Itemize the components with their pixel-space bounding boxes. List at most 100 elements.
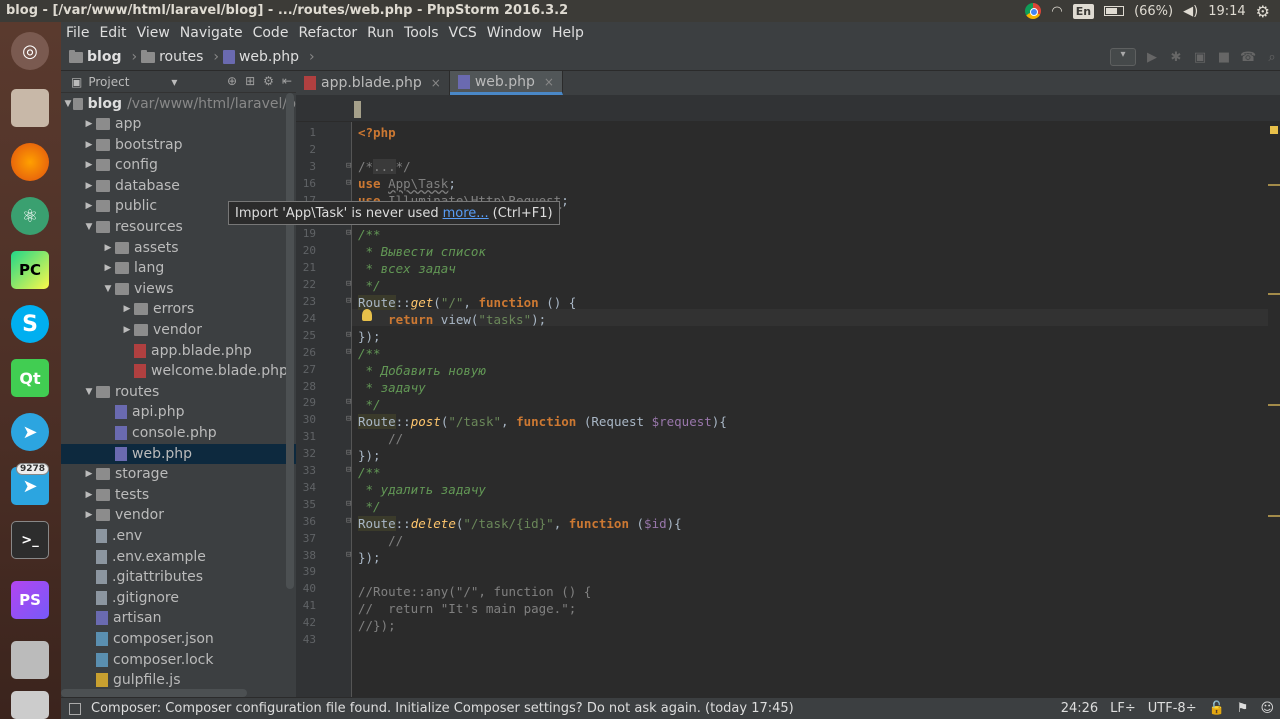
expand-arrow-icon[interactable]: ▼: [101, 279, 115, 299]
breadcrumb-item-routes[interactable]: routes: [159, 49, 203, 65]
tree-item[interactable]: composer.lock: [61, 650, 296, 670]
ubuntu-dash-button[interactable]: ◎: [7, 28, 53, 74]
tree-item[interactable]: welcome.blade.php: [61, 361, 296, 381]
close-icon[interactable]: ×: [431, 76, 441, 90]
tree-item[interactable]: .env: [61, 526, 296, 546]
tree-item[interactable]: artisan: [61, 608, 296, 628]
caret-position[interactable]: 24:26: [1061, 701, 1098, 716]
tab-app-blade[interactable]: app.blade.php ×: [296, 71, 450, 95]
launcher-skype[interactable]: S: [7, 301, 53, 347]
menu-help[interactable]: Help: [547, 25, 589, 41]
tree-item[interactable]: ▼ views: [61, 279, 296, 299]
listen-debug-icon[interactable]: ☎: [1240, 50, 1256, 65]
battery-icon[interactable]: [1104, 6, 1125, 16]
search-everywhere-icon[interactable]: ⌕: [1264, 50, 1280, 65]
expand-arrow-icon[interactable]: ▶: [120, 299, 134, 319]
launcher-terminal[interactable]: >_: [7, 517, 53, 563]
tree-item[interactable]: .gitignore: [61, 588, 296, 608]
fold-marker-icon[interactable]: ⊟: [346, 327, 351, 344]
expand-arrow-icon[interactable]: ▶: [82, 155, 96, 175]
bookmark-marker[interactable]: [354, 101, 361, 118]
tree-item[interactable]: ▶ vendor: [61, 320, 296, 340]
tree-item[interactable]: ▼ routes: [61, 382, 296, 402]
clock[interactable]: 19:14: [1208, 4, 1245, 19]
menu-vcs[interactable]: VCS: [444, 25, 482, 41]
menu-code[interactable]: Code: [248, 25, 294, 41]
launcher-telegram[interactable]: ➤: [7, 409, 53, 455]
coverage-icon[interactable]: ▣: [1192, 50, 1208, 65]
warning-status-icon[interactable]: [1270, 126, 1278, 134]
menu-edit[interactable]: Edit: [94, 25, 131, 41]
keyboard-layout-indicator[interactable]: En: [1072, 3, 1095, 19]
collapse-all-icon[interactable]: ⊞: [245, 74, 255, 88]
launcher-trash[interactable]: [7, 682, 53, 719]
tree-item[interactable]: api.php: [61, 402, 296, 422]
menu-run[interactable]: Run: [362, 25, 399, 41]
menu-tools[interactable]: Tools: [399, 25, 444, 41]
menu-view[interactable]: View: [132, 25, 175, 41]
tree-item[interactable]: ▶ app: [61, 114, 296, 134]
expand-arrow-icon[interactable]: ▶: [101, 258, 115, 278]
close-icon[interactable]: ×: [544, 75, 554, 89]
wifi-icon[interactable]: ◠: [1051, 4, 1062, 19]
launcher-qt[interactable]: Qt: [7, 355, 53, 401]
lock-icon[interactable]: 🔓: [1209, 701, 1225, 716]
warning-marker[interactable]: [1268, 515, 1280, 517]
encoding-selector[interactable]: UTF-8÷: [1148, 701, 1197, 716]
expand-arrow-icon[interactable]: ▼: [82, 217, 96, 237]
tree-item[interactable]: gulpfile.js: [61, 670, 296, 690]
run-configuration-dropdown[interactable]: ▾: [1110, 48, 1136, 66]
warning-marker[interactable]: [1268, 184, 1280, 186]
launcher-atom[interactable]: ⚛: [7, 193, 53, 239]
fold-marker-icon[interactable]: ⊟: [346, 344, 351, 361]
tool-windows-icon[interactable]: [69, 702, 81, 715]
fold-marker-icon[interactable]: ⊟: [346, 276, 351, 293]
tree-item[interactable]: ▶ bootstrap: [61, 135, 296, 155]
git-branch-icon[interactable]: ⚑: [1237, 701, 1249, 716]
stop-icon[interactable]: ■: [1216, 50, 1232, 65]
launcher-telegram-2[interactable]: ➤ 9278: [7, 463, 53, 509]
fold-marker-icon[interactable]: ⊟: [346, 513, 351, 530]
project-view-selector[interactable]: ▣ Project ▾: [61, 75, 177, 89]
run-icon[interactable]: ▶: [1144, 50, 1160, 65]
fold-marker-icon[interactable]: ⊟: [346, 225, 351, 242]
event-log-icon[interactable]: ☺: [1260, 701, 1274, 716]
fold-marker-icon[interactable]: ⊟: [346, 293, 351, 310]
expand-arrow-icon[interactable]: ▶: [82, 176, 96, 196]
menu-file[interactable]: File: [61, 25, 94, 41]
expand-arrow-icon[interactable]: ▶: [120, 320, 134, 340]
hide-panel-icon[interactable]: ⇤: [282, 74, 292, 88]
chrome-notification-icon[interactable]: [1025, 3, 1042, 19]
tree-item[interactable]: app.blade.php: [61, 341, 296, 361]
expand-arrow-icon[interactable]: ▶: [82, 114, 96, 134]
fold-marker-icon[interactable]: ⊟: [346, 158, 351, 175]
launcher-phpstorm[interactable]: PS: [7, 577, 53, 623]
breadcrumb-item-web[interactable]: web.php: [239, 49, 299, 65]
warning-marker[interactable]: [1268, 404, 1280, 406]
tree-item[interactable]: ▶ database: [61, 176, 296, 196]
tree-item[interactable]: web.php: [61, 443, 296, 464]
fold-marker-icon[interactable]: ⊟: [346, 445, 351, 462]
expand-arrow-icon[interactable]: ▶: [82, 135, 96, 155]
fold-marker-icon[interactable]: ⊟: [346, 411, 351, 428]
launcher-firefox[interactable]: [7, 139, 53, 185]
tree-item[interactable]: ▶ lang: [61, 258, 296, 278]
volume-icon[interactable]: ◀): [1183, 4, 1198, 19]
warning-marker[interactable]: [1268, 293, 1280, 295]
tree-item[interactable]: composer.json: [61, 629, 296, 649]
tree-item[interactable]: console.php: [61, 423, 296, 443]
expand-arrow-icon[interactable]: ▶: [82, 196, 96, 216]
tree-item[interactable]: .gitattributes: [61, 567, 296, 587]
project-tree-horizontal-scrollbar[interactable]: [61, 689, 247, 697]
fold-marker-icon[interactable]: ⊟: [346, 394, 351, 411]
scroll-from-source-icon[interactable]: ⊕: [227, 74, 237, 88]
tooltip-more-link[interactable]: more...: [443, 206, 489, 221]
fold-marker-icon[interactable]: ⊟: [346, 547, 351, 564]
tree-item[interactable]: ▶ errors: [61, 299, 296, 319]
tree-item[interactable]: ▶ vendor: [61, 505, 296, 525]
line-separator-selector[interactable]: LF÷: [1110, 701, 1136, 716]
fold-marker-icon[interactable]: ⊟: [346, 175, 351, 192]
tree-item[interactable]: ▶ config: [61, 155, 296, 175]
tree-item[interactable]: ▶ assets: [61, 238, 296, 258]
expand-arrow-icon[interactable]: ▶: [82, 485, 96, 505]
